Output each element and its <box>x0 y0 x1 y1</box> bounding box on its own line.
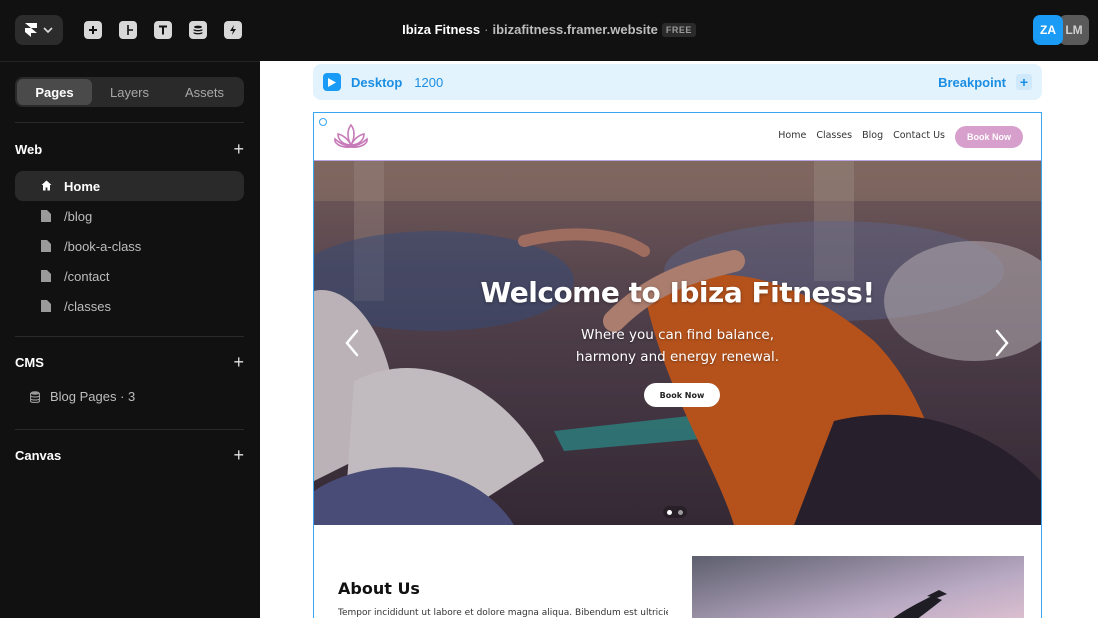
page-item-home[interactable]: Home <box>15 171 244 201</box>
nav-link-contact[interactable]: Contact Us <box>893 130 945 141</box>
top-bar: Ibiza Fitness · ibizafitness.framer.websit… <box>0 0 1098 61</box>
panel-tabs: Pages Layers Assets <box>15 77 244 107</box>
page-item-classes[interactable]: /classes <box>15 291 244 321</box>
tab-layers[interactable]: Layers <box>92 79 167 105</box>
page-icon <box>41 300 51 312</box>
breakpoint-label: Breakpoint <box>938 74 1006 90</box>
page-item-label: /book-a-class <box>64 238 142 254</box>
slider-dot[interactable] <box>678 509 683 515</box>
database-icon <box>30 390 40 403</box>
page-item-label: Home <box>64 178 101 194</box>
page-item-label: /classes <box>64 298 111 314</box>
web-section-header: Web + <box>15 140 244 158</box>
preview-button[interactable] <box>323 73 341 91</box>
site-name[interactable]: Ibiza Fitness <box>402 22 480 37</box>
nav-link-classes[interactable]: Classes <box>816 130 852 141</box>
project-title: Ibiza Fitness · ibizafitness.framer.websit… <box>0 22 1098 37</box>
play-icon <box>328 77 336 87</box>
about-heading: About Us <box>338 579 420 598</box>
tab-pages[interactable]: Pages <box>17 79 92 105</box>
slider-dot-active[interactable] <box>667 509 672 515</box>
add-breakpoint-button[interactable]: + <box>1016 74 1032 90</box>
page-item-book-a-class[interactable]: /book-a-class <box>15 231 244 261</box>
add-collection-button[interactable]: + <box>233 353 244 371</box>
breakpoint-width[interactable]: 1200 <box>414 75 443 90</box>
hero-title: Welcome to Ibiza Fitness! <box>480 276 875 309</box>
left-sidebar: Pages Layers Assets Web + Home /blog /bo… <box>0 61 260 618</box>
cms-item-blog-pages[interactable]: Blog Pages · 3 <box>30 389 135 404</box>
breakpoint-name[interactable]: Desktop <box>351 75 402 90</box>
divider <box>15 336 244 337</box>
avatar-lm[interactable]: LM <box>1059 15 1089 45</box>
breakpoint-bar: Desktop 1200 Breakpoint + <box>313 64 1042 100</box>
divider <box>15 122 244 123</box>
add-canvas-button[interactable]: + <box>233 446 244 464</box>
cms-item-label: Blog Pages · 3 <box>50 389 136 404</box>
page-icon <box>41 270 51 282</box>
slider-prev-arrow-icon[interactable] <box>344 329 360 357</box>
page-icon <box>41 240 51 252</box>
page-item-blog[interactable]: /blog <box>15 201 244 231</box>
page-icon <box>41 210 51 222</box>
nav-book-now-button[interactable]: Book Now <box>955 126 1023 148</box>
title-separator: · <box>484 22 489 37</box>
site-nav-links: Home Classes Blog Contact Us <box>778 130 945 141</box>
page-item-label: /blog <box>64 208 93 224</box>
nav-link-blog[interactable]: Blog <box>862 130 883 141</box>
add-breakpoint[interactable]: Breakpoint + <box>938 74 1032 90</box>
site-url[interactable]: ibizafitness.framer.website <box>492 22 657 37</box>
hero-slider[interactable]: Welcome to Ibiza Fitness! Where you can … <box>314 161 1041 525</box>
hero-photo-yoga-class <box>314 161 1041 525</box>
tab-assets[interactable]: Assets <box>167 79 242 105</box>
add-page-button[interactable]: + <box>233 140 244 158</box>
slider-next-arrow-icon[interactable] <box>994 329 1010 357</box>
about-paragraph: Tempor incididunt ut labore et dolore ma… <box>338 608 668 618</box>
page-item-contact[interactable]: /contact <box>15 261 244 291</box>
lotus-logo-icon <box>334 123 368 148</box>
slider-pagination <box>663 506 687 518</box>
avatar-za[interactable]: ZA <box>1033 15 1063 45</box>
cms-heading: CMS <box>15 354 44 370</box>
about-photo <box>692 556 1024 618</box>
cms-section-header: CMS + <box>15 353 244 371</box>
desktop-frame[interactable]: Home Classes Blog Contact Us Book Now We… <box>313 112 1042 618</box>
web-heading: Web <box>15 141 43 157</box>
divider <box>15 429 244 430</box>
nav-link-home[interactable]: Home <box>778 130 806 141</box>
canvas-section-header: Canvas + <box>15 446 244 464</box>
canvas-heading: Canvas <box>15 447 62 463</box>
hero-subtitle-line-1: Where you can find balance, <box>580 327 775 343</box>
hero-subtitle-line-2: harmony and energy renewal. <box>575 349 780 365</box>
page-item-label: /contact <box>64 268 110 284</box>
home-icon <box>41 180 52 191</box>
site-navbar[interactable]: Home Classes Blog Contact Us Book Now <box>314 113 1041 161</box>
frame-origin-handle[interactable] <box>319 118 327 126</box>
design-canvas[interactable]: Desktop 1200 Breakpoint + Home Classes B… <box>260 61 1098 618</box>
plan-badge: FREE <box>661 23 696 37</box>
hero-book-now-button[interactable]: Book Now <box>644 383 720 407</box>
